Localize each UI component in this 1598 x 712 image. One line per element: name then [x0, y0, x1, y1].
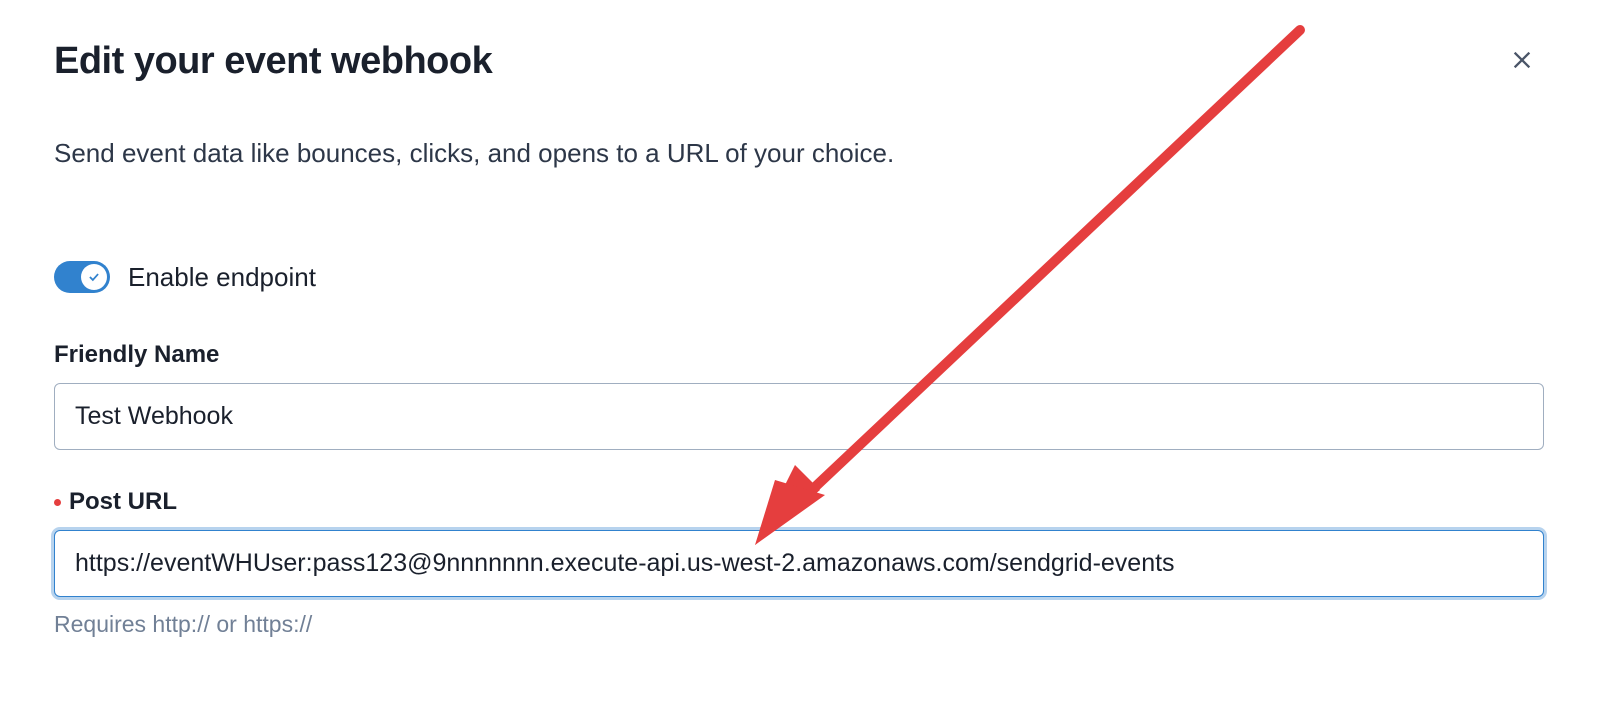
post-url-field-group: Post URL Requires http:// or https://	[54, 488, 1544, 638]
modal-title: Edit your event webhook	[54, 40, 1544, 83]
close-button[interactable]	[1508, 46, 1536, 74]
post-url-label-text: Post URL	[69, 488, 177, 516]
enable-endpoint-toggle[interactable]	[54, 261, 110, 293]
post-url-label: Post URL	[54, 488, 1544, 516]
enable-endpoint-label: Enable endpoint	[128, 262, 316, 293]
enable-endpoint-row: Enable endpoint	[54, 261, 1544, 293]
post-url-helper: Requires http:// or https://	[54, 611, 1544, 638]
modal-description: Send event data like bounces, clicks, an…	[54, 135, 1544, 171]
edit-webhook-modal: Edit your event webhook Send event data …	[0, 0, 1598, 706]
friendly-name-input[interactable]	[54, 383, 1544, 450]
required-indicator	[54, 499, 61, 506]
friendly-name-field-group: Friendly Name	[54, 341, 1544, 450]
toggle-knob	[81, 264, 107, 290]
close-icon	[1511, 49, 1533, 71]
friendly-name-label: Friendly Name	[54, 341, 1544, 369]
post-url-input[interactable]	[54, 530, 1544, 597]
check-icon	[87, 270, 101, 284]
